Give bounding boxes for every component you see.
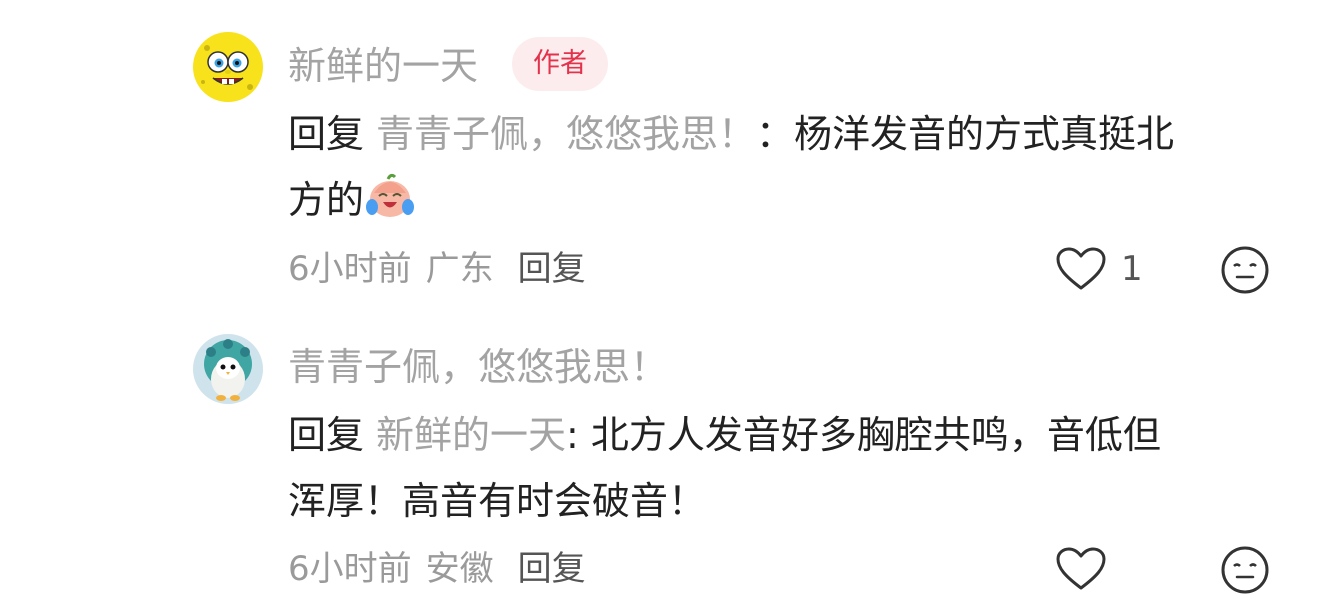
- comment-username[interactable]: 新鲜的一天: [288, 44, 478, 88]
- comment-time: 6小时前: [288, 249, 412, 289]
- reply-target-username[interactable]: 新鲜的一天: [376, 413, 566, 457]
- comment-location: 安徽: [425, 549, 494, 589]
- heart-icon: [1056, 547, 1106, 590]
- like-count: 1: [1121, 249, 1143, 289]
- comment-text-line: 方的: [288, 167, 1248, 233]
- comment-time: 6小时前: [288, 549, 412, 589]
- comment-location: 广东: [425, 249, 494, 289]
- peacock-plush-avatar-icon: [193, 334, 263, 404]
- comment-text: 回复 新鲜的一天: 北方人发音好多胸腔共鸣，音低但 浑厚！高音有时会破音！: [288, 402, 1248, 534]
- avatar[interactable]: [193, 334, 263, 404]
- like-button[interactable]: [1055, 546, 1107, 592]
- comment-body-line2: 方的: [288, 178, 365, 222]
- crying-laughing-face-icon: [366, 173, 415, 217]
- avatar[interactable]: [193, 32, 263, 102]
- comment-meta: 6小时前 广东 回复: [288, 249, 586, 289]
- meh-face-icon: [1221, 246, 1269, 294]
- comment-body-line2: 浑厚！高音有时会破音！: [288, 479, 707, 523]
- heart-icon: [1056, 247, 1106, 290]
- comment-text-line: 浑厚！高音有时会破音！: [288, 468, 1248, 534]
- comment-text: 回复 青青子佩，悠悠我思！：杨洋发音的方式真挺北 方的: [288, 101, 1248, 233]
- reply-prefix: 回复: [288, 413, 365, 457]
- reply-prefix: 回复: [288, 112, 365, 156]
- comment-text-line: 回复 青青子佩，悠悠我思！：杨洋发音的方式真挺北: [288, 101, 1248, 167]
- meh-face-icon: [1221, 546, 1269, 594]
- reply-button[interactable]: 回复: [518, 549, 586, 589]
- comment-text-line: 回复 新鲜的一天: 北方人发音好多胸腔共鸣，音低但: [288, 402, 1248, 468]
- comment-body-line1: ：杨洋发音的方式真挺北: [756, 112, 1175, 156]
- comment-username[interactable]: 青青子佩，悠悠我思！: [288, 345, 668, 389]
- dislike-button[interactable]: [1220, 245, 1270, 299]
- reply-target-username[interactable]: 青青子佩，悠悠我思！: [376, 112, 756, 156]
- dislike-button[interactable]: [1220, 545, 1270, 599]
- comment-meta: 6小时前 安徽 回复: [288, 549, 586, 589]
- comment-body-line1: : 北方人发音好多胸腔共鸣，音低但: [566, 413, 1161, 457]
- spongebob-avatar-icon: [193, 32, 263, 102]
- like-button[interactable]: 1: [1055, 246, 1143, 292]
- author-badge: 作者: [512, 37, 608, 91]
- reply-button[interactable]: 回复: [518, 249, 586, 289]
